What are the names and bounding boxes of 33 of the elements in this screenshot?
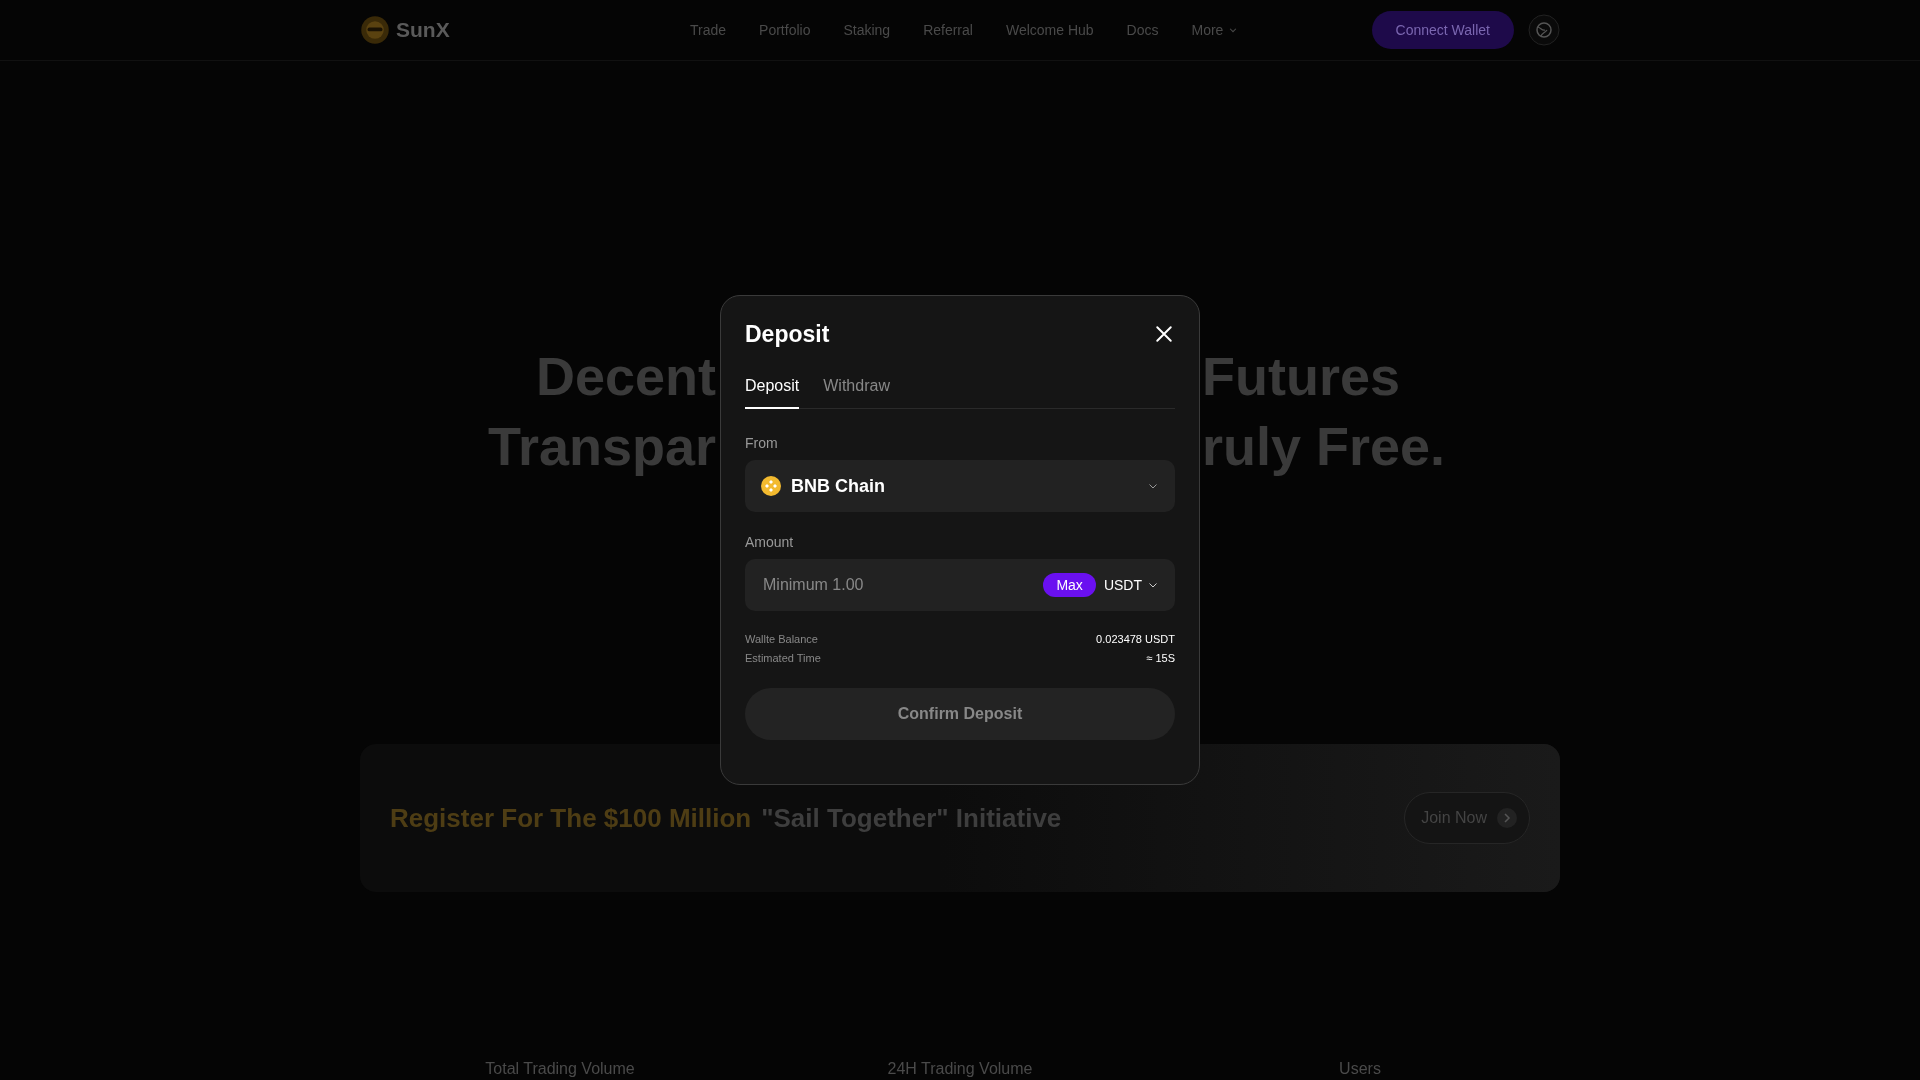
chain-dropdown[interactable]: BNB Chain — [745, 460, 1175, 512]
nav-link[interactable]: Docs — [1126, 22, 1159, 38]
stat-label: Total Trading Volume — [485, 1060, 635, 1077]
field-label: Amount — [745, 534, 795, 550]
stat-label: 24H Trading Volume — [887, 1060, 1033, 1077]
confirm-deposit-button[interactable]: Confirm Deposit — [745, 688, 1175, 740]
dialog-title: Deposit — [745, 320, 830, 348]
caret-icon — [1228, 25, 1239, 35]
nav-link[interactable]: Welcome Hub — [1005, 22, 1094, 38]
max-button[interactable]: Max — [1043, 573, 1096, 597]
stat-label: Users — [1339, 1060, 1381, 1077]
amount-field[interactable]: Minimum 1.00 Max USDT — [745, 559, 1175, 611]
detail-value: ≈ 15S — [1146, 652, 1175, 664]
field-label: From — [745, 435, 779, 451]
globe-icon[interactable] — [1528, 14, 1560, 46]
close-icon[interactable] — [1155, 325, 1173, 343]
coin-icon — [761, 476, 781, 496]
tab[interactable]: Withdraw — [823, 376, 890, 409]
connect-wallet-button[interactable]: Connect Wallet — [1371, 11, 1514, 49]
chevron-right-icon — [1497, 808, 1517, 828]
nav-dropdown[interactable]: More — [1191, 22, 1239, 38]
detail-value: 0.023478 USDT — [1096, 633, 1175, 645]
logo-icon[interactable] — [360, 15, 390, 45]
detail-label: Estimated Time — [745, 652, 821, 664]
nav-link[interactable]: Trade — [690, 22, 727, 38]
nav-link[interactable]: Staking — [843, 22, 891, 38]
banner-highlight-text: Register For The $100 Million — [390, 802, 752, 834]
token-dropdown[interactable]: USDT — [1103, 577, 1159, 593]
nav-link[interactable]: Portfolio — [759, 22, 811, 38]
nav-link[interactable]: Referral — [923, 22, 973, 38]
tab[interactable]: Deposit — [745, 376, 800, 409]
logo-text[interactable]: SunX — [396, 18, 450, 42]
detail-label: Wallte Balance — [745, 633, 818, 645]
